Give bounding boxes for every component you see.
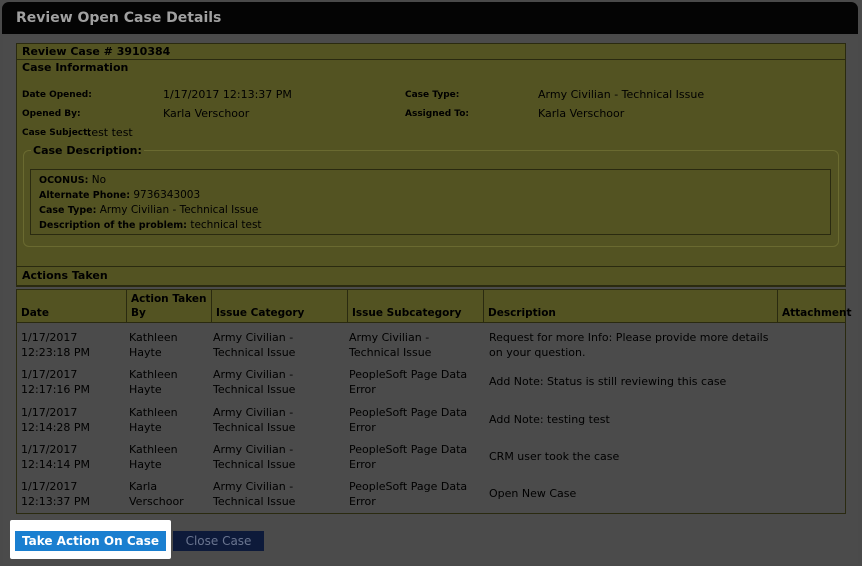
cell-issue-category: Army Civilian - Technical Issue: [213, 331, 296, 359]
opened-by-label: Opened By:: [22, 109, 81, 119]
case-info-header-row: Case Information: [17, 60, 845, 75]
dialog-title: Review Open Case Details: [16, 10, 222, 26]
cell-issue-subcategory: PeopleSoft Page Data Error: [349, 368, 468, 396]
column-header-issue-subcategory: Issue Subcategory: [348, 290, 484, 322]
description-line: Description of the problem: technical te…: [39, 219, 262, 231]
table-row: 1/17/2017 12:14:28 PM Kathleen Hayte Arm…: [17, 405, 845, 442]
table-row: 1/17/2017 12:14:14 PM Kathleen Hayte Arm…: [17, 442, 845, 479]
case-type-value: Army Civilian - Technical Issue: [538, 88, 705, 101]
column-header-attachment: Attachment: [782, 307, 852, 319]
cell-issue-category: Army Civilian - Technical Issue: [213, 368, 296, 396]
cell-issue-category: Army Civilian - Technical Issue: [213, 480, 296, 508]
case-number-header: Review Case # 3910384: [22, 45, 171, 58]
review-case-dialog: Review Open Case Details Review Case # 3…: [0, 0, 862, 566]
opened-by-value: Karla Verschoor: [163, 107, 250, 120]
case-header-row: Review Case # 3910384: [17, 44, 845, 60]
case-subject-label: Case Subject:: [22, 128, 92, 138]
case-description-fieldset: Case Description: OCONUS: No Alternate P…: [23, 144, 839, 247]
description-line-value: No: [91, 174, 107, 186]
cell-date: 1/17/2017 12:23:18 PM: [21, 331, 91, 359]
description-line-label: Description of the problem:: [39, 220, 187, 231]
description-line: OCONUS: No: [39, 174, 106, 186]
actions-table-body: 1/17/2017 12:23:18 PM Kathleen Hayte Arm…: [16, 323, 846, 514]
cell-issue-category: Army Civilian - Technical Issue: [213, 406, 296, 434]
cell-description: Add Note: testing test: [489, 413, 610, 426]
cell-date: 1/17/2017 12:14:28 PM: [21, 406, 91, 434]
description-line: Alternate Phone: 9736343003: [39, 189, 200, 201]
cell-action-by: Kathleen Hayte: [129, 443, 178, 471]
cell-description: Open New Case: [489, 487, 577, 500]
description-line-label: Alternate Phone:: [39, 190, 131, 201]
cell-date: 1/17/2017 12:14:14 PM: [21, 443, 91, 471]
case-description-legend: Case Description:: [31, 144, 144, 157]
assigned-to-value: Karla Verschoor: [538, 107, 625, 120]
cell-description: CRM user took the case: [489, 450, 620, 463]
cell-issue-subcategory: Army Civilian - Technical Issue: [349, 331, 432, 359]
close-case-button[interactable]: Close Case: [173, 531, 264, 551]
description-line-value: Army Civilian - Technical Issue: [99, 204, 259, 216]
actions-taken-header: Actions Taken: [22, 269, 108, 282]
cell-issue-subcategory: PeopleSoft Page Data Error: [349, 406, 468, 434]
assigned-to-label: Assigned To:: [405, 109, 470, 119]
table-row: 1/17/2017 12:23:18 PM Kathleen Hayte Arm…: [17, 330, 845, 367]
cell-action-by: Kathleen Hayte: [129, 368, 178, 396]
case-info-header: Case Information: [22, 61, 129, 74]
dialog-content: Review Case # 3910384 Case Information D…: [3, 36, 858, 564]
description-line-value: technical test: [190, 219, 262, 231]
cell-date: 1/17/2017 12:17:16 PM: [21, 368, 91, 396]
cell-action-by: Kathleen Hayte: [129, 331, 178, 359]
cell-issue-category: Army Civilian - Technical Issue: [213, 443, 296, 471]
date-opened-label: Date Opened:: [22, 90, 92, 100]
description-line-value: 9736343003: [133, 189, 201, 201]
cell-description: Request for more Info: Please provide mo…: [489, 331, 769, 359]
table-row: 1/17/2017 12:17:16 PM Kathleen Hayte Arm…: [17, 367, 845, 404]
case-description-box: OCONUS: No Alternate Phone: 9736343003 C…: [30, 169, 831, 235]
cell-issue-subcategory: PeopleSoft Page Data Error: [349, 443, 468, 471]
description-line-label: OCONUS:: [39, 175, 89, 186]
column-header-date: Date: [17, 290, 127, 322]
actions-table-header: Date Action Taken By Issue Category Issu…: [16, 289, 852, 323]
column-header-description: Description: [484, 290, 778, 322]
table-row: 1/17/2017 12:13:37 PM Karla Verschoor Ar…: [17, 479, 845, 516]
cell-action-by: Kathleen Hayte: [129, 406, 178, 434]
description-line-label: Case Type:: [39, 205, 97, 216]
actions-taken-header-row: Actions Taken: [16, 266, 846, 286]
take-action-button[interactable]: Take Action On Case: [15, 531, 166, 551]
cell-issue-subcategory: PeopleSoft Page Data Error: [349, 480, 468, 508]
case-subject-value: test test: [87, 126, 133, 139]
cell-date: 1/17/2017 12:13:37 PM: [21, 480, 91, 508]
case-details-panel: Review Case # 3910384 Case Information D…: [16, 43, 846, 287]
cell-description: Add Note: Status is still reviewing this…: [489, 375, 727, 388]
cell-action-by: Karla Verschoor: [129, 480, 184, 508]
column-header-action-by: Action Taken By: [127, 290, 212, 322]
date-opened-value: 1/17/2017 12:13:37 PM: [163, 88, 292, 101]
column-header-issue-category: Issue Category: [212, 290, 348, 322]
dialog-titlebar: Review Open Case Details: [2, 2, 858, 34]
description-line: Case Type: Army Civilian - Technical Iss…: [39, 204, 258, 216]
case-type-label: Case Type:: [405, 90, 460, 100]
